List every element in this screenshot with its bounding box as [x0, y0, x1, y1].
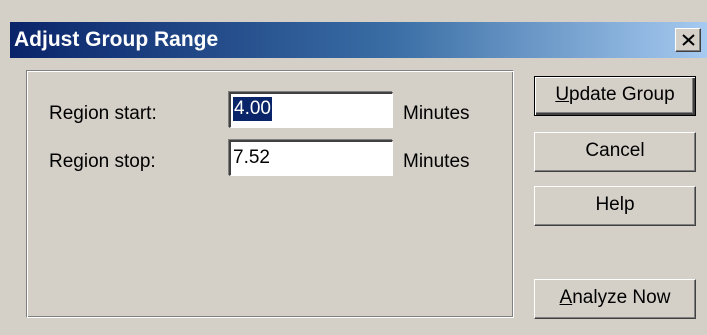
cancel-button[interactable]: Cancel — [534, 132, 696, 172]
help-button[interactable]: Help — [534, 186, 696, 226]
analyze-now-button[interactable]: Analyze Now — [534, 279, 696, 319]
region-stop-unit: Minutes — [403, 151, 470, 172]
title-bar[interactable]: Adjust Group Range — [10, 22, 707, 58]
close-icon — [682, 34, 695, 46]
region-group-panel: Region start: 4.00 Minutes Region stop: … — [26, 70, 514, 318]
window-title: Adjust Group Range — [14, 28, 219, 51]
region-stop-label: Region stop: — [49, 151, 156, 172]
region-start-label: Region start: — [49, 103, 157, 124]
region-stop-input[interactable] — [229, 140, 393, 176]
region-start-input[interactable]: 4.00 — [229, 92, 393, 128]
close-button[interactable] — [675, 28, 701, 52]
region-stop-field[interactable] — [233, 145, 383, 171]
update-group-button[interactable]: Update Group — [534, 76, 696, 116]
adjust-group-range-dialog: Adjust Group Range Region start: 4.00 Mi… — [0, 0, 707, 335]
region-start-unit: Minutes — [403, 103, 470, 124]
region-start-value[interactable]: 4.00 — [233, 97, 272, 121]
